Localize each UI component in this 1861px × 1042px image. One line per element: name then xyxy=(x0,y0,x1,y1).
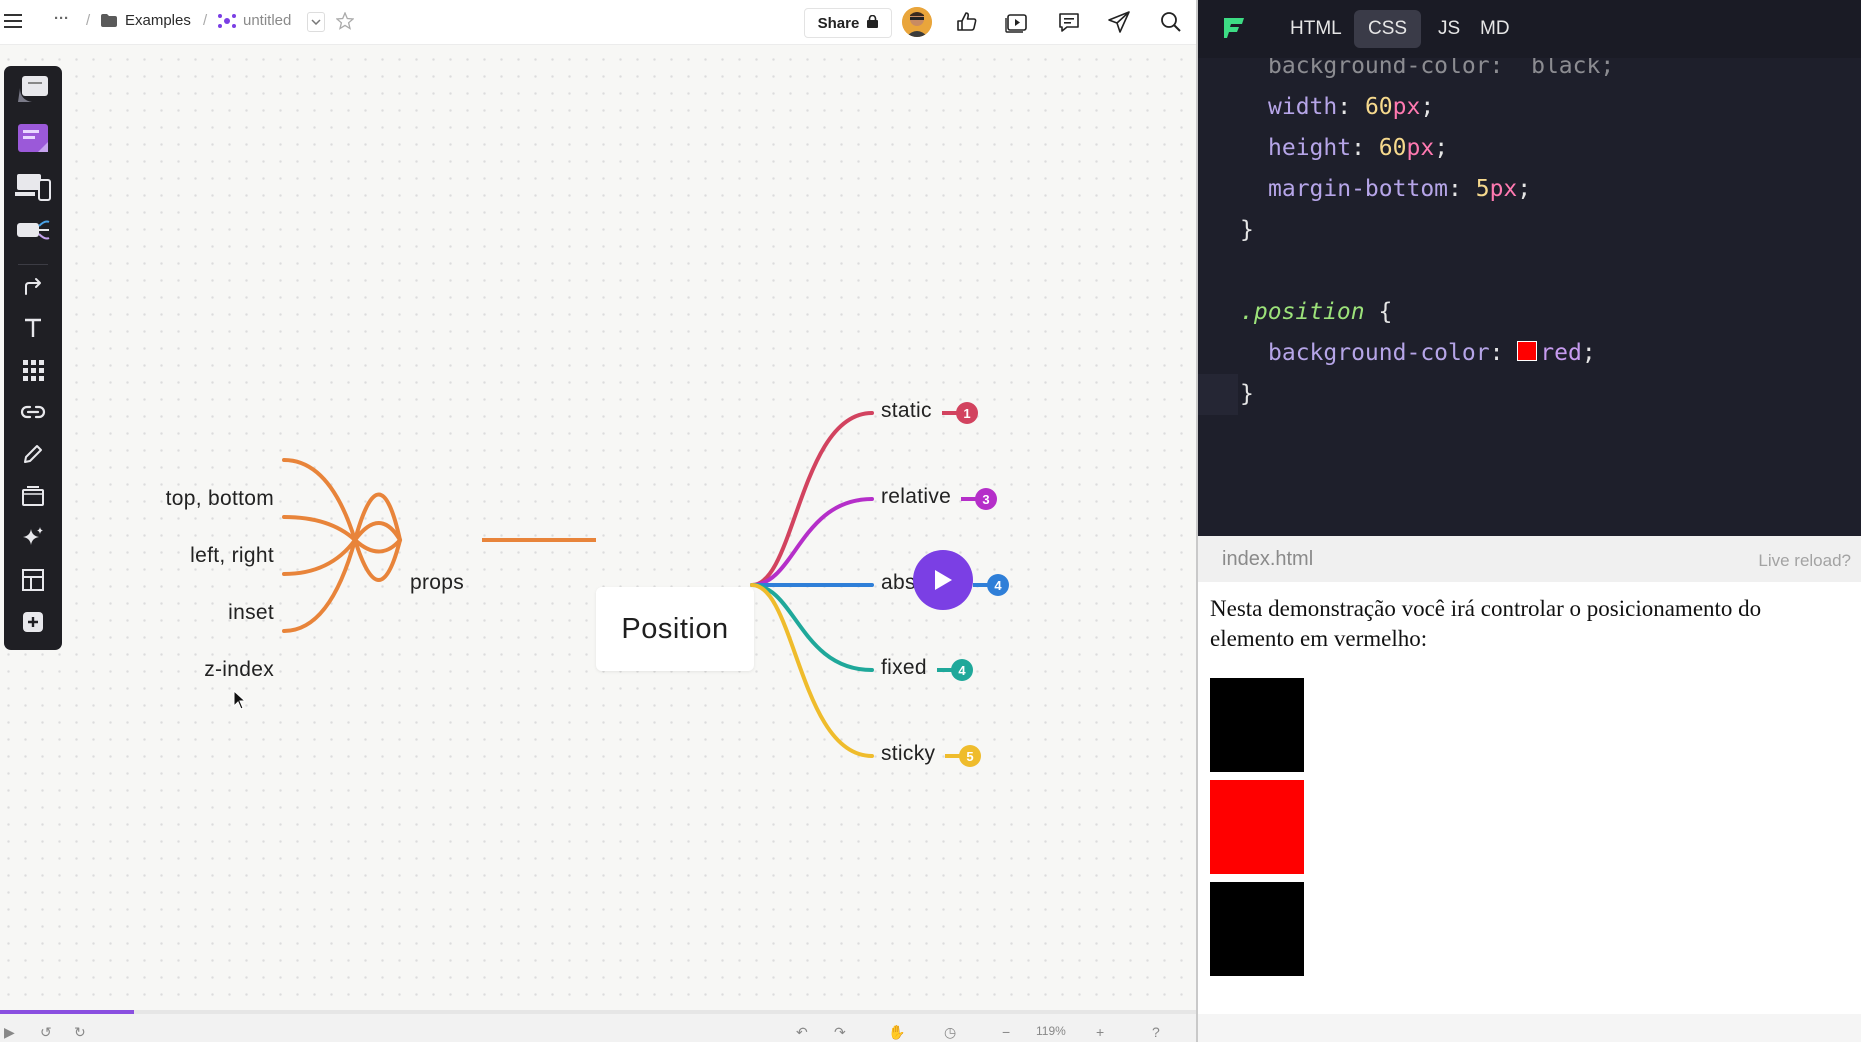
mind-map-prop-child[interactable]: top, bottom xyxy=(166,487,274,511)
replay-icon[interactable]: ↺ xyxy=(40,1024,52,1041)
mind-map-badge-connector xyxy=(961,497,977,501)
css-property: width xyxy=(1268,94,1338,120)
help-icon[interactable]: ? xyxy=(1152,1024,1160,1040)
mind-map-badge[interactable]: 5 xyxy=(959,745,981,767)
css-property: height xyxy=(1268,135,1352,161)
lock-icon xyxy=(867,14,879,32)
zoom-out-icon[interactable]: − xyxy=(1002,1024,1010,1040)
mind-map-badge-connector xyxy=(942,411,958,415)
preview-box-position xyxy=(1210,780,1304,874)
chevron-down-icon[interactable] xyxy=(307,12,325,32)
preview-filename: index.html xyxy=(1222,548,1314,570)
css-unit: px xyxy=(1406,135,1435,161)
css-closing-brace: } xyxy=(1240,381,1254,407)
play-button[interactable] xyxy=(913,550,973,610)
preview-pane: index.html Live reload? Nesta demonstraç… xyxy=(1198,536,1861,1042)
play-icon xyxy=(935,570,952,590)
tab-html[interactable]: HTML xyxy=(1276,10,1356,48)
document-title[interactable]: untitled xyxy=(243,12,291,29)
css-opening-brace: { xyxy=(1378,299,1393,325)
mind-map-prop-child[interactable]: left, right xyxy=(190,544,274,568)
preview-header: index.html Live reload? xyxy=(1198,536,1861,582)
mind-map-badge[interactable]: 1 xyxy=(956,402,978,424)
preview-box xyxy=(1210,678,1304,772)
css-selector: .position xyxy=(1240,299,1365,325)
preview-box xyxy=(1210,882,1304,976)
avatar[interactable] xyxy=(902,7,932,37)
share-label: Share xyxy=(817,14,860,32)
mind-map-prop-child[interactable]: inset xyxy=(228,601,274,625)
tab-md[interactable]: MD xyxy=(1466,10,1524,48)
css-closing-brace: } xyxy=(1240,217,1254,243)
css-property: background-color xyxy=(1268,340,1490,366)
mind-map-branch-relative[interactable]: relative xyxy=(881,485,951,509)
breadcrumb-folder[interactable]: Examples xyxy=(125,12,191,29)
mind-map-branch-sticky[interactable]: sticky xyxy=(881,742,935,766)
breadcrumb-separator: / xyxy=(203,12,208,29)
mindmap-doc-icon xyxy=(218,13,236,34)
mind-map-badge-connector xyxy=(973,583,989,587)
css-number: 60 xyxy=(1378,135,1407,161)
comment-icon[interactable] xyxy=(1054,8,1084,36)
live-reload-toggle[interactable]: Live reload? xyxy=(1758,551,1851,571)
zoom-in-icon[interactable]: + xyxy=(1096,1024,1104,1040)
hamburger-menu-icon[interactable] xyxy=(4,13,22,34)
whiteboard-canvas[interactable]: ··· / Examples / untitled Share Position… xyxy=(0,0,1196,1042)
mind-map-prop-child[interactable]: z-index xyxy=(204,658,274,682)
thumbs-up-icon[interactable] xyxy=(952,8,982,36)
zoom-level[interactable]: 119% xyxy=(1036,1024,1066,1038)
top-bar: ··· / Examples / untitled Share xyxy=(0,0,1196,45)
presentation-icon[interactable] xyxy=(1002,8,1032,36)
mind-map-badge[interactable]: 4 xyxy=(951,659,973,681)
css-value: red xyxy=(1540,340,1582,366)
history-icon[interactable]: ◷ xyxy=(944,1024,956,1041)
editor-tabs: HTML CSS JS MD xyxy=(1198,0,1861,58)
tab-css[interactable]: CSS xyxy=(1354,10,1422,48)
breadcrumb-separator: / xyxy=(86,12,91,29)
play-small-icon[interactable]: ▶ xyxy=(4,1024,15,1041)
flems-logo-icon xyxy=(1222,16,1246,45)
folder-icon xyxy=(101,14,117,32)
code-area[interactable]: background-color: black; width: 60px; he… xyxy=(1198,46,1861,536)
forward-icon[interactable]: ↻ xyxy=(74,1024,86,1041)
search-icon[interactable] xyxy=(1156,8,1186,36)
breadcrumb-more-icon[interactable]: ··· xyxy=(54,10,69,27)
mind-map-badge[interactable]: 4 xyxy=(987,574,1009,596)
bottom-controls: ▶ ↺ ↻ ↶ ↷ ✋ ◷ − 119% + ? xyxy=(0,1014,1196,1042)
mind-map-badge[interactable]: 3 xyxy=(975,488,997,510)
preview-footer xyxy=(1198,1014,1861,1042)
mind-map-badge-connector xyxy=(945,754,961,758)
css-number: 60 xyxy=(1364,94,1393,120)
css-property: margin-bottom xyxy=(1268,176,1449,202)
css-number: 5 xyxy=(1475,176,1490,202)
send-icon[interactable] xyxy=(1104,8,1134,36)
mind-map-connector xyxy=(750,583,874,758)
mouse-cursor-icon xyxy=(233,689,247,715)
mind-map-connector xyxy=(282,492,402,633)
mind-map-connector xyxy=(282,458,402,582)
color-swatch[interactable] xyxy=(1517,341,1538,361)
star-icon[interactable] xyxy=(335,11,355,35)
mind-map-branch-fixed[interactable]: fixed xyxy=(881,656,927,680)
hand-icon[interactable]: ✋ xyxy=(888,1024,905,1041)
mind-map-root-node[interactable]: Position xyxy=(596,587,754,671)
css-unit: px xyxy=(1489,176,1518,202)
mind-map-branch-static[interactable]: static xyxy=(881,399,932,423)
current-line-gutter xyxy=(1198,374,1238,415)
code-editor[interactable]: background-color: black; width: 60px; he… xyxy=(1198,0,1861,536)
share-button[interactable]: Share xyxy=(804,8,892,38)
mind-map-props-node[interactable]: props xyxy=(410,571,464,595)
css-unit: px xyxy=(1392,94,1421,120)
undo-icon[interactable]: ↶ xyxy=(796,1024,808,1041)
mind-map: Position props top, bottom left, right ins… xyxy=(0,44,1196,1004)
preview-paragraph: Nesta demonstração você irá controlar o … xyxy=(1210,596,1762,651)
redo-icon[interactable]: ↷ xyxy=(834,1024,846,1041)
mind-map-badge-connector xyxy=(937,668,953,672)
mind-map-connectors xyxy=(282,411,874,758)
